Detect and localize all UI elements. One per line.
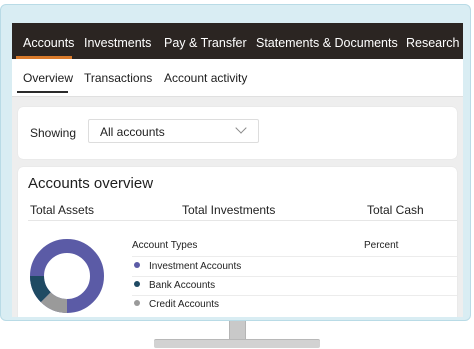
showing-filter-card: Showing All accounts bbox=[18, 107, 457, 159]
legend-label: Credit Accounts bbox=[149, 299, 220, 310]
monitor-frame: Accounts Investments Pay & Transfer Stat… bbox=[0, 4, 471, 321]
bank-dot-icon bbox=[134, 281, 140, 287]
legend-label: Bank Accounts bbox=[149, 280, 216, 291]
accounts-select-value: All accounts bbox=[100, 125, 165, 139]
accounts-select[interactable]: All accounts bbox=[88, 119, 259, 143]
donut-credit-segment bbox=[40, 291, 68, 313]
row-divider bbox=[132, 276, 457, 277]
divider bbox=[28, 220, 457, 221]
legend-row-investment: Investment Accounts bbox=[134, 261, 241, 272]
investment-dot-icon bbox=[134, 262, 140, 268]
screen: Accounts Investments Pay & Transfer Stat… bbox=[12, 23, 463, 317]
tab-transactions[interactable]: Transactions bbox=[84, 71, 152, 85]
monitor-stand bbox=[154, 339, 320, 348]
sub-navigation: Overview Transactions Account activity bbox=[12, 59, 463, 97]
row-divider bbox=[132, 256, 457, 257]
chevron-down-icon bbox=[235, 122, 247, 134]
account-types-header: Account Types bbox=[132, 240, 198, 251]
active-tab-indicator bbox=[17, 91, 68, 93]
top-navigation: Accounts Investments Pay & Transfer Stat… bbox=[12, 23, 463, 59]
donut-bank-segment bbox=[30, 275, 52, 303]
tab-overview[interactable]: Overview bbox=[23, 71, 73, 85]
donut-investment-segment bbox=[30, 239, 104, 313]
nav-investments[interactable]: Investments bbox=[84, 36, 151, 50]
nav-research[interactable]: Research & bbox=[406, 36, 463, 50]
nav-accounts[interactable]: Accounts bbox=[23, 36, 74, 50]
legend-row-credit: Credit Accounts bbox=[134, 299, 219, 310]
percent-header: Percent bbox=[364, 240, 399, 251]
nav-statements-documents[interactable]: Statements & Documents bbox=[256, 36, 398, 50]
total-assets-header[interactable]: Total Assets bbox=[30, 203, 94, 217]
monitor-neck bbox=[229, 321, 246, 341]
row-divider bbox=[132, 295, 457, 296]
account-types-donut-chart bbox=[30, 239, 104, 313]
overview-title: Accounts overview bbox=[28, 175, 154, 192]
total-investments-header[interactable]: Total Investments bbox=[182, 203, 275, 217]
credit-dot-icon bbox=[134, 300, 140, 306]
tab-account-activity[interactable]: Account activity bbox=[164, 71, 247, 85]
legend-row-bank: Bank Accounts bbox=[134, 280, 215, 291]
accounts-overview-card: Accounts overview Total Assets Total Inv… bbox=[18, 167, 457, 317]
showing-label: Showing bbox=[30, 126, 77, 140]
legend-label: Investment Accounts bbox=[149, 261, 242, 272]
total-cash-header[interactable]: Total Cash bbox=[367, 203, 424, 217]
nav-pay-transfer[interactable]: Pay & Transfer bbox=[164, 36, 247, 50]
